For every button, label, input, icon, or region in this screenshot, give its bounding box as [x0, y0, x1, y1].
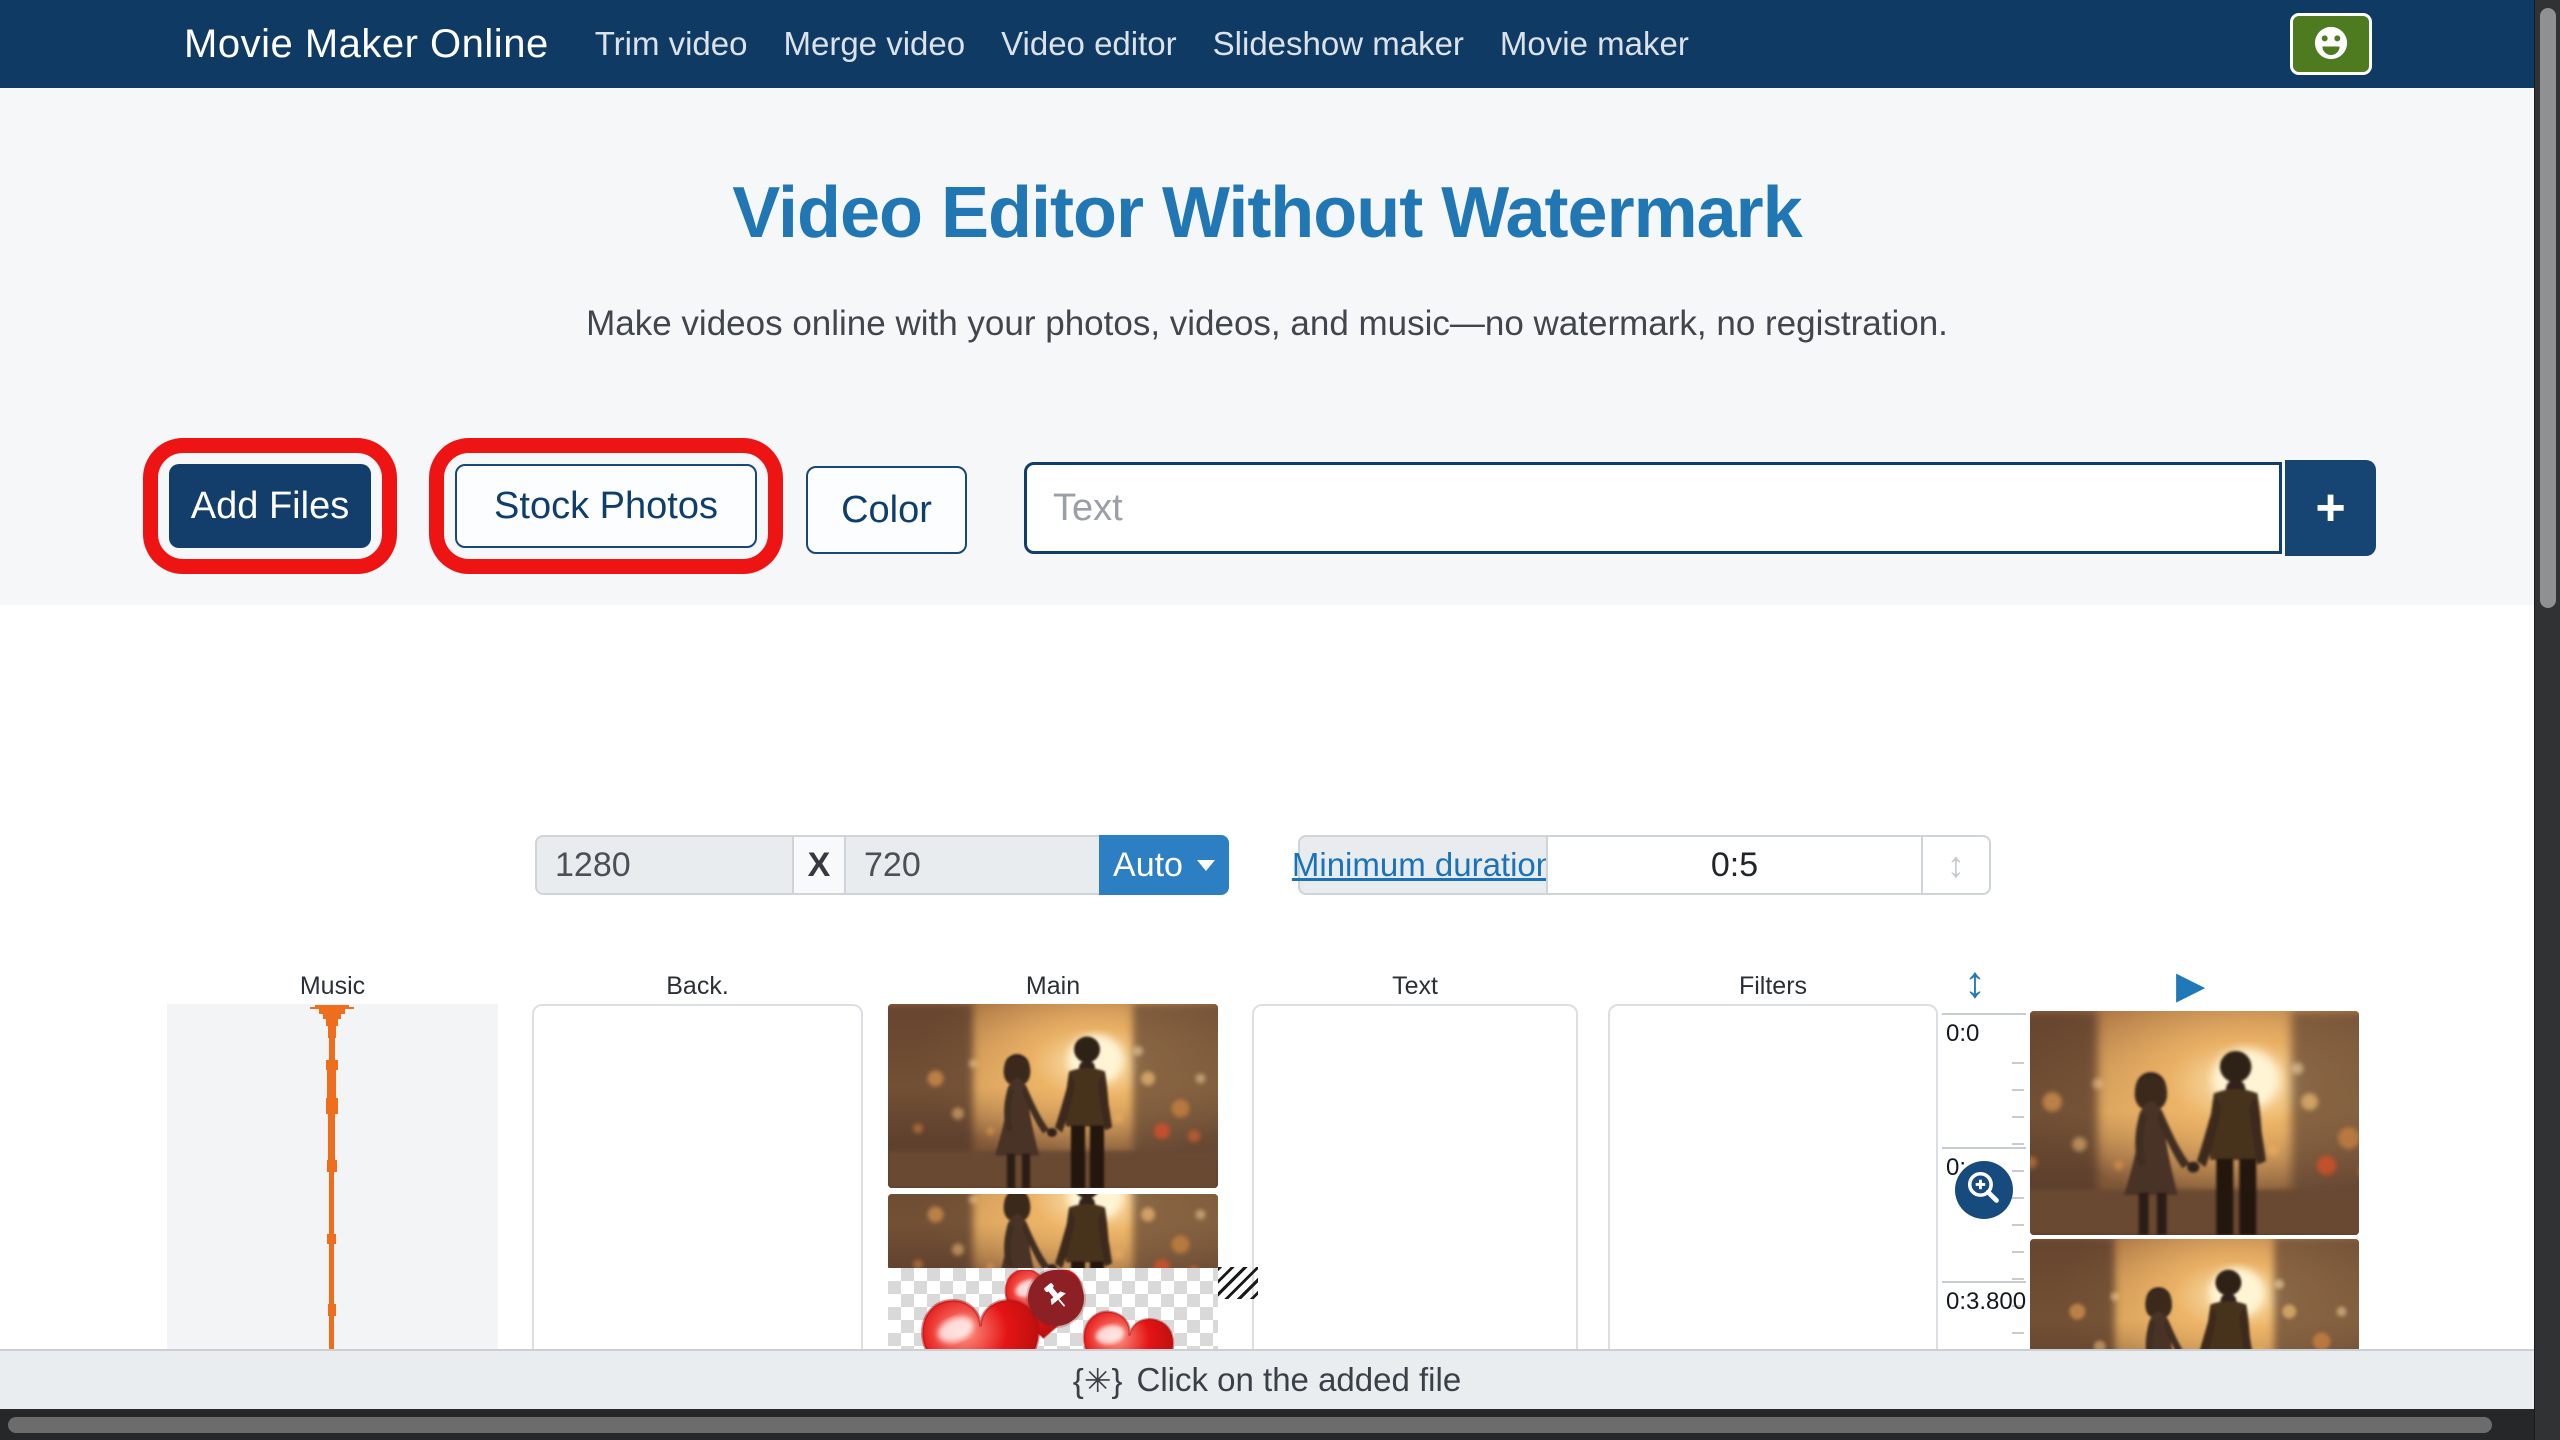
page-title: Video Editor Without Watermark [0, 88, 2534, 254]
pushpin-icon [1039, 1279, 1073, 1318]
status-bar: {✳} Click on the added file [0, 1349, 2534, 1409]
auto-size-dropdown[interactable]: Auto [1099, 835, 1229, 895]
nav-item-video-editor[interactable]: Video editor [1001, 25, 1177, 63]
chevron-down-icon [1197, 860, 1215, 871]
minimum-duration-group: Minimum duration ↕ [1298, 835, 1991, 895]
annotation-ring-stock-photos: Stock Photos [429, 438, 783, 574]
nav-item-merge-video[interactable]: Merge video [784, 25, 966, 63]
vertical-scrollbar[interactable] [2534, 0, 2560, 1440]
ruler-label-end: 0:3.800 [1946, 1288, 2026, 1316]
timeline-clip-thumbnail-1[interactable] [2030, 1011, 2359, 1235]
vertical-scrollbar-thumb[interactable] [2540, 8, 2556, 608]
text-overlay-input[interactable] [1024, 462, 2282, 554]
minimum-duration-label-segment: Minimum duration [1298, 835, 1548, 895]
minimum-duration-link[interactable]: Minimum duration [1292, 846, 1554, 884]
track-header-text: Text [1252, 972, 1578, 1001]
ruler-tick-major [1942, 1013, 2026, 1015]
height-input[interactable] [844, 835, 1101, 895]
track-header-filters: Filters [1608, 972, 1938, 1001]
nav-links: Trim video Merge video Video editor Slid… [595, 25, 1689, 63]
dimension-separator: X [792, 835, 846, 895]
text-track-dropzone[interactable] [1252, 1004, 1578, 1364]
drag-hatch-decoration [1218, 1267, 1258, 1299]
brand-logo[interactable]: Movie Maker Online [184, 22, 549, 67]
annotation-ring-add-files: Add Files [143, 438, 397, 574]
minimum-duration-input[interactable] [1546, 835, 1923, 895]
editor-workspace: X Auto Minimum duration ↕ Music Back. Ma… [0, 605, 2534, 1349]
page-subtitle: Make videos online with your photos, vid… [0, 304, 2534, 344]
add-text-button[interactable]: + [2285, 460, 2376, 556]
auto-size-label: Auto [1113, 846, 1183, 885]
hero-section: Video Editor Without Watermark Make vide… [0, 88, 2534, 605]
pin-badge[interactable] [1028, 1270, 1084, 1326]
main-clip-thumbnail-1[interactable] [888, 1004, 1218, 1188]
nav-item-movie-maker[interactable]: Movie maker [1500, 25, 1689, 63]
width-input[interactable] [535, 835, 794, 895]
back-track-dropzone[interactable] [532, 1004, 863, 1364]
timeline-resize-handle[interactable]: ↕ [1964, 961, 1986, 1005]
nav-item-slideshow-maker[interactable]: Slideshow maker [1213, 25, 1464, 63]
track-header-back: Back. [532, 972, 863, 1001]
add-files-button[interactable]: Add Files [169, 464, 371, 548]
stock-photos-button[interactable]: Stock Photos [455, 464, 757, 548]
horizontal-scrollbar-thumb[interactable] [8, 1417, 2492, 1433]
status-hint-text: Click on the added file [1137, 1361, 1462, 1399]
audio-waveform [302, 1004, 362, 1349]
horizontal-scrollbar[interactable] [0, 1409, 2560, 1440]
main-clip-thumbnail-2[interactable] [888, 1194, 1218, 1270]
feedback-smiley-button[interactable] [2290, 13, 2372, 75]
track-header-music: Music [167, 972, 498, 1001]
filters-track-dropzone[interactable] [1608, 1004, 1938, 1364]
ruler-label-start: 0:0 [1946, 1020, 1979, 1048]
play-button[interactable]: ▶ [2176, 967, 2205, 1005]
zoom-in-icon [1965, 1169, 2003, 1212]
smiley-icon [2308, 20, 2354, 69]
music-track-panel[interactable] [167, 1004, 498, 1349]
app-window: Movie Maker Online Trim video Merge vide… [0, 0, 2560, 1440]
track-header-main: Main [888, 972, 1218, 1001]
color-button[interactable]: Color [806, 466, 967, 554]
nav-item-trim-video[interactable]: Trim video [595, 25, 748, 63]
duration-stepper[interactable]: ↕ [1921, 835, 1991, 895]
hint-asterisk-icon: {✳} [1073, 1361, 1123, 1400]
timeline-zoom-button[interactable] [1955, 1161, 2013, 1219]
navbar: Movie Maker Online Trim video Merge vide… [0, 0, 2534, 88]
video-size-group: X Auto [535, 835, 1229, 895]
